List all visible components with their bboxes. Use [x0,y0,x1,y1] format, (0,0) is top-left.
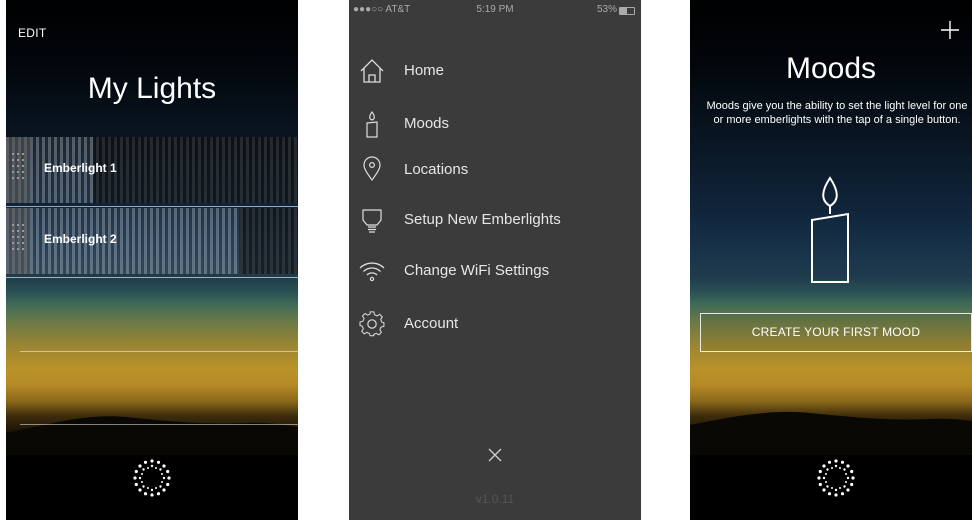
menu-item-account[interactable]: Account [359,306,631,342]
divider [6,206,298,207]
menu-item-label: Account [404,315,459,332]
menu-item-setup-new-emberlights[interactable]: Setup New Emberlights [359,202,631,238]
status-bar: ●●●○○ AT&T 5:19 PM 53% [349,0,641,20]
menu-item-change-wifi-settings[interactable]: Change WiFi Settings [359,253,631,289]
drag-handle-icon[interactable] [6,208,30,274]
divider [20,424,298,425]
menu-item-label: Setup New Emberlights [404,211,561,228]
page-title: My Lights [87,72,217,105]
version-label: v1.0.11 [475,492,515,506]
my-lights-screen: EDIT My Lights Emberlight 1 Emberlight 2 [6,0,298,520]
bulb-icon [362,209,382,233]
add-mood-icon[interactable] [940,20,960,40]
close-icon[interactable] [485,445,505,465]
home-icon [360,59,384,83]
battery-icon [619,7,635,15]
light-row-emberlight-1[interactable]: Emberlight 1 [6,137,298,207]
mountain-silhouette [6,416,298,455]
emberlight-logo-icon[interactable] [130,456,174,500]
menu-item-label: Home [404,62,445,79]
menu-item-home[interactable]: Home [359,53,631,89]
create-first-mood-button[interactable]: CREATE YOUR FIRST MOOD [700,313,972,352]
candle-icon [811,176,849,283]
page-title: Moods [785,52,877,85]
emberlight-logo-icon[interactable] [814,456,858,500]
menu-item-locations[interactable]: Locations [359,152,631,188]
menu-item-moods[interactable]: Moods [359,106,631,142]
moods-description: Moods give you the ability to set the li… [706,100,968,126]
divider [20,351,298,352]
light-name: Emberlight 2 [44,232,117,246]
mountain-silhouette [690,411,972,455]
menu-screen: ●●●○○ AT&T 5:19 PM 53% Home Moods Locati… [349,0,641,520]
battery-percentage: 53% [596,4,617,15]
candle-icon [366,110,378,138]
menu-item-label: Change WiFi Settings [404,262,550,279]
light-row-emberlight-2[interactable]: Emberlight 2 [6,208,298,278]
light-name: Emberlight 1 [44,161,117,175]
menu-item-label: Moods [404,115,450,132]
wifi-icon [359,262,385,282]
drag-handle-icon[interactable] [6,137,30,203]
location-pin-icon [363,156,381,182]
edit-button[interactable]: EDIT [18,26,47,40]
divider [6,277,298,278]
gear-icon [359,311,385,337]
moods-screen: Moods Moods give you the ability to set … [690,0,972,520]
menu-item-label: Locations [404,161,469,178]
